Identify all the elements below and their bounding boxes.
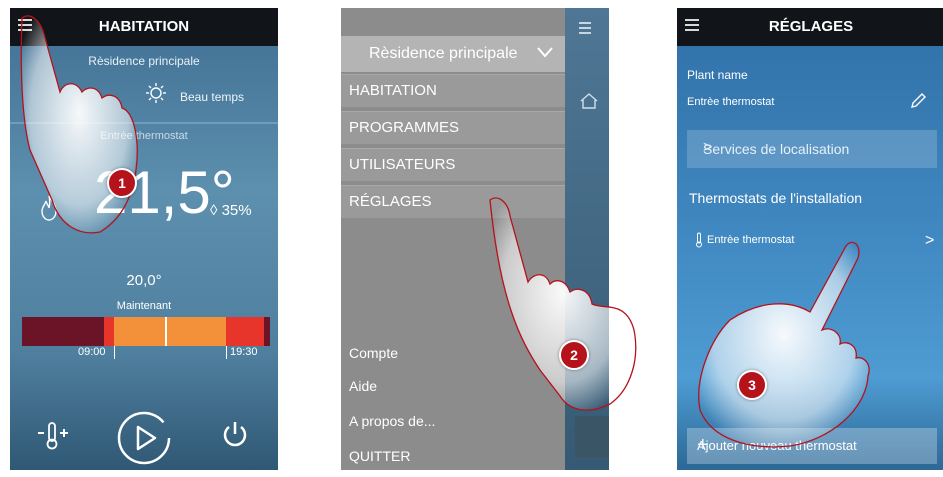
hand-pointer-3 [698, 241, 870, 448]
tap-gesture-hands [20, 15, 870, 448]
hand-pointer-2 [489, 197, 637, 411]
hand-pointer-1 [20, 15, 138, 234]
step-badge-2: 2 [559, 340, 589, 370]
step-badge-3: 3 [737, 370, 767, 400]
step-badge-1: 1 [107, 168, 137, 198]
